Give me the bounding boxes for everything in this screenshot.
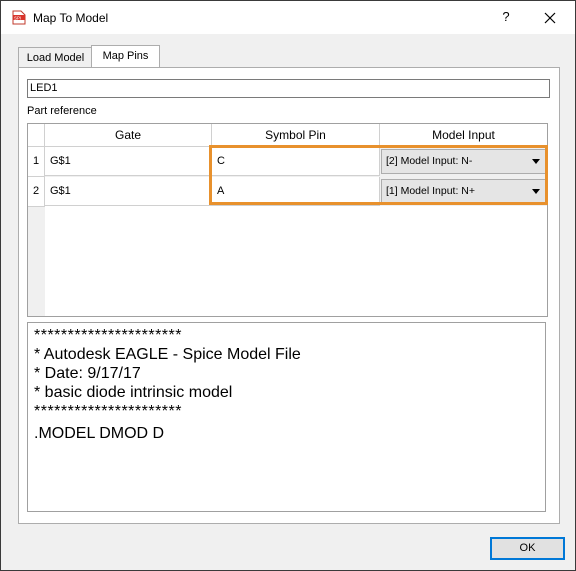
- part-reference-field[interactable]: LED1: [27, 79, 550, 98]
- window-title: Map To Model: [33, 11, 109, 25]
- model-text-line: **********************: [34, 327, 182, 344]
- tab-load-model[interactable]: Load Model: [18, 47, 93, 68]
- model-text-line: .MODEL DMOD D: [34, 425, 165, 442]
- close-button[interactable]: [539, 7, 561, 29]
- model-input-select-value: [2] Model Input: N-: [386, 155, 473, 167]
- symbol-pin-cell[interactable]: C: [212, 147, 380, 176]
- dropdown-arrow-icon: [532, 189, 540, 194]
- table-corner: [28, 124, 45, 147]
- model-text-line: * Autodesk EAGLE - Spice Model File: [34, 346, 301, 363]
- symbol-pin-cell[interactable]: A: [212, 177, 380, 206]
- pin-mapping-table: Gate Symbol Pin Model Input 1 G$1 C [2] …: [27, 123, 548, 317]
- part-reference-label: Part reference: [27, 105, 97, 117]
- row-number[interactable]: 2: [28, 177, 45, 207]
- model-text-line: * Date: 9/17/17: [34, 365, 141, 382]
- ok-button[interactable]: OK: [490, 537, 565, 560]
- table-empty-area: [45, 206, 547, 316]
- row-number[interactable]: 1: [28, 147, 45, 177]
- svg-text:SPI: SPI: [14, 15, 21, 20]
- spice-model-text[interactable]: ********************** * Autodesk EAGLE …: [27, 322, 546, 512]
- close-icon: [544, 12, 556, 24]
- tab-map-pins[interactable]: Map Pins: [91, 45, 160, 68]
- model-input-select[interactable]: [2] Model Input: N-: [381, 149, 547, 174]
- model-input-select-value: [1] Model Input: N+: [386, 185, 476, 197]
- dropdown-arrow-icon: [532, 159, 540, 164]
- gate-cell[interactable]: G$1: [45, 147, 212, 176]
- model-text-line: * basic diode intrinsic model: [34, 384, 233, 401]
- column-header-gate[interactable]: Gate: [45, 124, 212, 147]
- model-text-line: **********************: [34, 403, 182, 420]
- help-button[interactable]: ?: [496, 7, 516, 27]
- map-to-model-dialog: SPI Map To Model ? Load Model Map Pins L…: [0, 0, 576, 571]
- model-input-select[interactable]: [1] Model Input: N+: [381, 179, 547, 204]
- title-bar[interactable]: SPI Map To Model ?: [1, 1, 575, 34]
- gate-cell[interactable]: G$1: [45, 177, 212, 206]
- column-header-symbol-pin[interactable]: Symbol Pin: [212, 124, 380, 147]
- spice-file-icon: SPI: [12, 10, 26, 25]
- column-header-model-input[interactable]: Model Input: [380, 124, 547, 147]
